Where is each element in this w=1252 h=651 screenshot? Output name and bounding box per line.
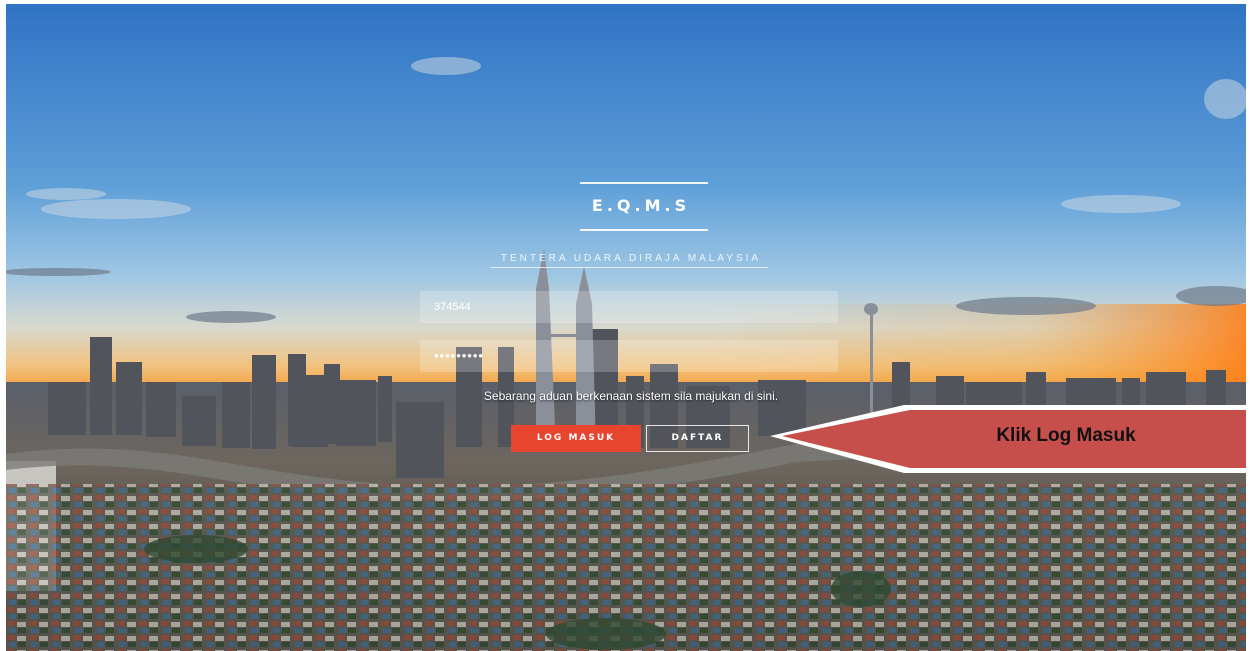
annotation-label: Klik Log Masuk xyxy=(996,425,1136,446)
app-title: E.Q.M.S xyxy=(591,196,691,215)
organization-underline xyxy=(490,267,768,268)
complaint-notice[interactable]: Sebarang aduan berkenaan sistem sila maj… xyxy=(436,389,826,403)
title-top-rule xyxy=(580,182,708,184)
password-input[interactable] xyxy=(420,340,838,372)
username-input[interactable] xyxy=(420,291,838,323)
login-button[interactable]: LOG MASUK xyxy=(511,425,641,452)
title-bottom-rule xyxy=(580,229,708,231)
login-screen: E.Q.M.S TENTERA UDARA DIRAJA MALAYSIA Se… xyxy=(6,4,1246,651)
organization-name: TENTERA UDARA DIRAJA MALAYSIA xyxy=(500,253,762,264)
login-form: E.Q.M.S TENTERA UDARA DIRAJA MALAYSIA Se… xyxy=(6,4,1246,651)
register-button[interactable]: DAFTAR xyxy=(646,425,749,452)
